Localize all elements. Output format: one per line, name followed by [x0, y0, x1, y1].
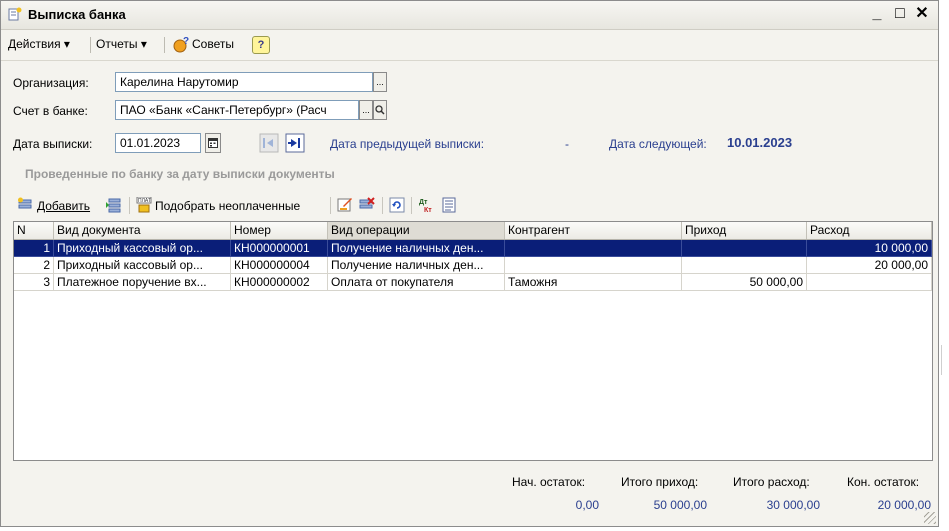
cell-income	[682, 257, 807, 274]
bank-statement-window: Выписка банка _ □ ✕ Действия ▾ Отчеты ▾ …	[0, 0, 939, 527]
end-balance-value: 20 000,00	[877, 498, 931, 512]
delete-row-icon[interactable]	[359, 197, 375, 213]
next-statement-arrow-icon[interactable]	[285, 133, 305, 153]
cell-operation: Получение наличных ден...	[328, 257, 505, 274]
add-button[interactable]: Добавить	[37, 199, 90, 213]
calendar-icon	[208, 138, 218, 148]
document-list-icon[interactable]	[441, 197, 457, 213]
table-row[interactable]: 2 Приходный кассовый ор... КН000000004 П…	[14, 257, 932, 274]
add-row-icon	[18, 197, 32, 209]
tips-icon: ?	[173, 36, 189, 53]
search-icon	[375, 105, 385, 115]
table-toolbar: Добавить ПЛАТ Подобрать неоплаченные Дт …	[13, 193, 933, 217]
help-button[interactable]: ?	[252, 36, 270, 54]
refresh-icon[interactable]	[389, 197, 405, 213]
column-header-counterparty[interactable]: Контрагент	[505, 222, 682, 239]
end-balance-label: Кон. остаток:	[847, 475, 920, 489]
calendar-button[interactable]	[205, 133, 221, 153]
table-row[interactable]: 3 Платежное поручение вх... КН000000002 …	[14, 274, 932, 291]
copy-row-icon[interactable]	[106, 197, 122, 213]
cell-expense: 20 000,00	[807, 257, 932, 274]
column-header-expense[interactable]: Расход	[807, 222, 932, 239]
bank-account-select-button[interactable]: ...	[359, 100, 373, 120]
toolbar-separator	[411, 197, 412, 214]
previous-date-label: Дата предыдущей выписки:	[330, 137, 485, 151]
column-header-n[interactable]: N	[14, 222, 54, 239]
menu-bar: Действия ▾ Отчеты ▾ ? Советы ?	[1, 30, 938, 61]
total-income-value: 50 000,00	[653, 498, 707, 512]
toolbar-separator	[129, 197, 130, 214]
menu-separator	[164, 37, 165, 53]
cell-counterparty: Таможня	[505, 274, 682, 291]
column-header-operation[interactable]: Вид операции	[328, 222, 505, 239]
resize-grip[interactable]	[924, 512, 936, 524]
statement-date-label: Дата выписки:	[13, 137, 93, 151]
pick-unpaid-button[interactable]: Подобрать неоплаченные	[155, 199, 300, 213]
pick-unpaid-icon: ПЛАТ	[136, 197, 152, 213]
cell-n: 1	[14, 240, 54, 257]
menu-actions[interactable]: Действия ▾	[8, 37, 70, 51]
column-header-doc-type[interactable]: Вид документа	[54, 222, 231, 239]
organization-select-button[interactable]: ...	[373, 72, 387, 92]
cell-doc-type: Платежное поручение вх...	[54, 274, 231, 291]
statement-date-field[interactable]: 01.01.2023	[115, 133, 201, 153]
menu-reports[interactable]: Отчеты ▾	[96, 37, 147, 51]
cell-expense	[807, 274, 932, 291]
cell-number: КН000000002	[231, 274, 328, 291]
start-balance-value: 0,00	[575, 498, 599, 512]
cell-doc-type: Приходный кассовый ор...	[54, 240, 231, 257]
cell-operation: Оплата от покупателя	[328, 274, 505, 291]
menu-separator	[90, 37, 91, 53]
svg-text:?: ?	[183, 36, 189, 47]
next-date-label: Дата следующей:	[609, 137, 707, 151]
cell-income: 50 000,00	[682, 274, 807, 291]
cell-counterparty	[505, 257, 682, 274]
bank-account-label: Счет в банке:	[13, 104, 88, 118]
toolbar-separator	[330, 197, 331, 214]
edit-row-icon[interactable]	[337, 197, 353, 213]
total-income-label: Итого приход:	[621, 475, 699, 489]
close-button[interactable]: ✕	[912, 4, 932, 24]
toolbar-separator	[382, 197, 383, 214]
documents-table[interactable]: N Вид документа Номер Вид операции Контр…	[13, 221, 933, 461]
cell-income	[682, 240, 807, 257]
cell-number: КН000000004	[231, 257, 328, 274]
organization-label: Организация:	[13, 76, 89, 90]
table-row[interactable]: 1 Приходный кассовый ор... КН000000001 П…	[14, 240, 932, 257]
cell-number: КН000000001	[231, 240, 328, 257]
svg-text:Дт: Дт	[419, 199, 428, 206]
previous-statement-arrow-icon[interactable]	[259, 133, 279, 153]
minimize-button[interactable]: _	[867, 4, 887, 24]
cell-n: 3	[14, 274, 54, 291]
organization-field[interactable]: Карелина Нарутомир	[115, 72, 373, 92]
column-header-number[interactable]: Номер	[231, 222, 328, 239]
column-header-income[interactable]: Приход	[682, 222, 807, 239]
cell-operation: Получение наличных ден...	[328, 240, 505, 257]
total-expense-label: Итого расход:	[733, 475, 810, 489]
cell-doc-type: Приходный кассовый ор...	[54, 257, 231, 274]
menu-tips[interactable]: Советы	[192, 37, 234, 51]
document-icon	[8, 7, 22, 21]
svg-text:Кт: Кт	[424, 207, 432, 213]
background-window-edge	[941, 345, 949, 375]
start-balance-label: Нач. остаток:	[512, 475, 586, 489]
total-expense-value: 30 000,00	[766, 498, 820, 512]
svg-text:ПЛАТ: ПЛАТ	[138, 198, 151, 204]
previous-date-value: -	[565, 137, 569, 151]
window-title: Выписка банка	[28, 7, 126, 22]
cell-n: 2	[14, 257, 54, 274]
table-header: N Вид документа Номер Вид операции Контр…	[14, 222, 932, 240]
maximize-button[interactable]: □	[890, 4, 910, 24]
section-title: Проведенные по банку за дату выписки док…	[25, 167, 335, 181]
cell-expense: 10 000,00	[807, 240, 932, 257]
next-date-value[interactable]: 10.01.2023	[727, 135, 792, 150]
bank-account-field[interactable]: ПАО «Банк «Санкт-Петербург» (Расч	[115, 100, 359, 120]
debit-credit-icon[interactable]: Дт Кт	[418, 197, 434, 213]
bank-account-open-button[interactable]	[373, 100, 387, 120]
title-bar: Выписка банка _ □ ✕	[1, 1, 938, 30]
cell-counterparty	[505, 240, 682, 257]
